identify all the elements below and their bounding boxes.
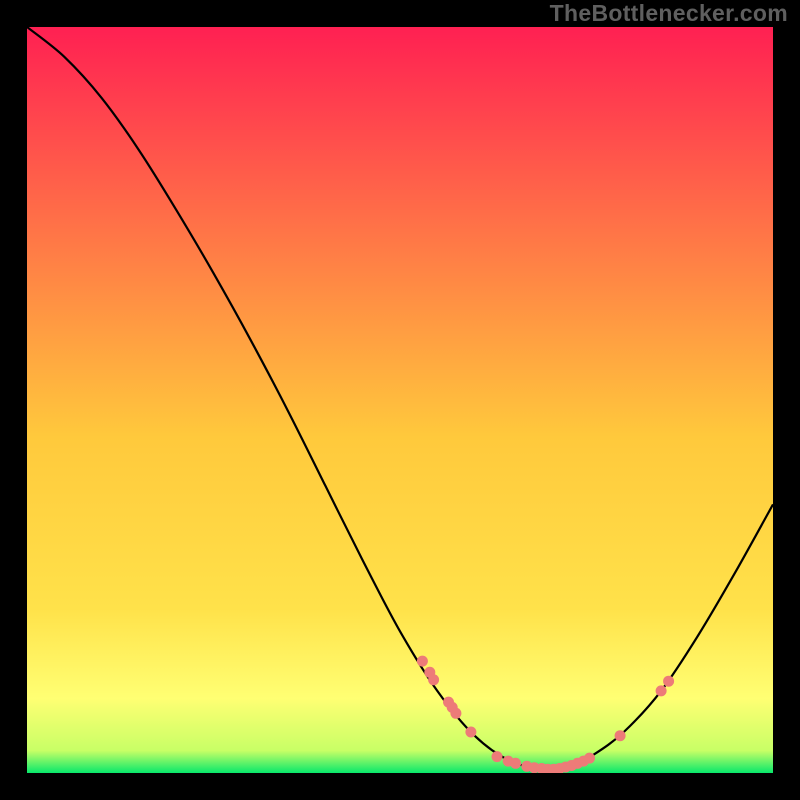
gradient-bg [27, 27, 773, 773]
data-dot [465, 727, 476, 738]
chart-svg [27, 27, 773, 773]
data-dot [492, 751, 503, 762]
data-dot [417, 656, 428, 667]
data-dot [450, 708, 461, 719]
data-dot [584, 753, 595, 764]
data-dot [510, 758, 521, 769]
data-dot [615, 730, 626, 741]
plot-area [27, 27, 773, 773]
data-dot [656, 685, 667, 696]
data-dot [663, 676, 674, 687]
watermark-text: TheBottlenecker.com [550, 0, 788, 27]
chart-frame: TheBottlenecker.com [0, 0, 800, 800]
data-dot [428, 674, 439, 685]
